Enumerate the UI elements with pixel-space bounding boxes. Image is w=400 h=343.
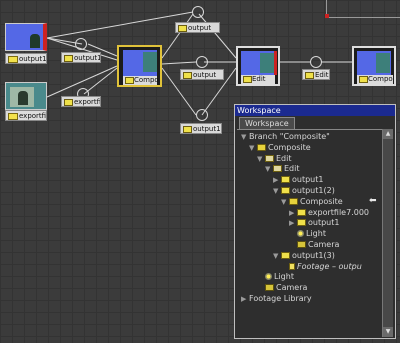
output-socket[interactable] <box>196 109 208 121</box>
tree-item[interactable]: ▶ output1 <box>273 174 323 185</box>
tree-item-label: Edit <box>284 164 300 174</box>
composite-icon <box>359 76 368 83</box>
output-icon <box>64 99 73 106</box>
composite-icon <box>289 197 298 205</box>
tree-item-label: Branch "Composite" <box>249 132 330 141</box>
pointer-arrow-icon: ⬅ <box>369 195 377 206</box>
tree-item[interactable]: ▼ output1(3) <box>273 250 335 261</box>
node-thumbnail: Compo <box>352 46 396 86</box>
scroll-down-icon[interactable]: ▼ <box>383 327 393 337</box>
output-socket[interactable] <box>192 6 204 18</box>
workspace-scrollbar[interactable]: ▲ ▼ <box>382 129 393 337</box>
tree-item[interactable]: ▼ Composite <box>281 196 343 207</box>
output-icon <box>178 25 187 32</box>
node-label: exportfi <box>5 110 47 121</box>
edit-icon <box>265 154 274 162</box>
tree-item[interactable]: ▶ output1 <box>289 217 339 228</box>
output-icon <box>281 187 290 194</box>
workspace-tree[interactable]: ▼ Branch "Composite" ▼ Composite ▼ Edit ▼ Edit ▶… <box>237 129 383 338</box>
tree-item-label: Camera <box>276 283 308 293</box>
node-thumbnail <box>5 82 47 110</box>
expanded-arrow-icon[interactable]: ▼ <box>241 132 249 143</box>
tree-item-label: Light <box>274 272 294 282</box>
output-label: output <box>175 22 220 33</box>
output-icon <box>297 219 306 227</box>
output-icon <box>8 113 18 120</box>
tree-item-label: output1 <box>308 218 340 228</box>
tree-item[interactable]: ▶ Footage Library <box>241 293 312 304</box>
output-icon <box>281 176 290 184</box>
output-icon <box>64 55 73 62</box>
tree-item[interactable]: ▶ exportfile7.000 <box>289 207 369 218</box>
corner-frame <box>325 0 400 18</box>
node-thumbnail: Compo <box>117 45 162 87</box>
output-label: exportfi <box>61 96 101 107</box>
tree-item-label: exportfile7.000 <box>308 207 369 217</box>
node-thumbnail <box>5 23 47 51</box>
output-socket[interactable] <box>310 56 322 68</box>
output-icon <box>297 208 306 216</box>
tree-item[interactable]: Camera <box>289 239 339 250</box>
light-icon <box>297 230 304 238</box>
output-icon <box>8 56 18 63</box>
tree-item[interactable]: ▼ Edit <box>257 153 292 164</box>
tree-item[interactable]: ▼ Composite <box>249 142 311 153</box>
tree-item-label: Composite <box>268 142 311 152</box>
output-label: output1 <box>61 52 101 63</box>
tree-item[interactable]: Camera <box>257 282 307 293</box>
output-socket[interactable] <box>196 56 208 68</box>
expanded-arrow-icon[interactable]: ▼ <box>249 143 257 154</box>
workspace-panel[interactable]: Workspace Workspace ▼ Branch "Composite" ▼… <box>234 104 396 339</box>
node-label: output1 <box>5 53 47 64</box>
tree-item-label: Footage Library <box>249 294 312 303</box>
tree-item-label: output1 <box>292 175 324 185</box>
output-label: output1 <box>180 123 222 134</box>
camera-icon <box>265 284 274 292</box>
tree-item-label: Edit <box>276 153 292 163</box>
composite-icon <box>257 143 266 151</box>
output-icon <box>183 72 192 79</box>
composite-icon <box>125 77 134 84</box>
expanded-arrow-icon[interactable]: ▼ <box>281 197 289 208</box>
tree-item[interactable]: Light <box>289 228 326 239</box>
tree-item[interactable]: Footage – outpu <box>281 261 362 272</box>
tree-item-label: output1(2) <box>292 186 335 195</box>
output-icon <box>183 126 192 133</box>
expanded-arrow-icon[interactable]: ▼ <box>273 251 281 262</box>
node-thumbnail: Edit <box>236 46 280 86</box>
camera-icon <box>297 241 306 248</box>
tree-item-label: Camera <box>308 240 340 249</box>
tree-item-label: Footage – outpu <box>297 261 362 271</box>
tree-item-label: Composite <box>300 196 343 206</box>
workspace-title-bar[interactable]: Workspace <box>235 105 395 116</box>
expanded-arrow-icon[interactable]: ▼ <box>265 164 273 175</box>
output-label: Edit <box>302 69 330 80</box>
output-socket[interactable] <box>75 38 87 50</box>
output-label: output <box>180 69 224 80</box>
collapsed-arrow-icon[interactable]: ▶ <box>241 294 249 305</box>
expanded-arrow-icon[interactable]: ▼ <box>257 154 265 165</box>
scroll-up-icon[interactable]: ▲ <box>383 129 393 139</box>
footage-icon <box>289 262 295 270</box>
tree-item[interactable]: ▼ output1(2) <box>273 185 335 196</box>
edit-icon <box>273 165 282 173</box>
tree-item[interactable]: ▼ Branch "Composite" <box>241 131 330 142</box>
tree-item-label: output1(3) <box>292 250 335 260</box>
tree-item[interactable]: Light <box>257 271 294 282</box>
edit-icon <box>305 72 314 79</box>
edit-icon <box>243 76 252 83</box>
tree-item[interactable]: ▼ Edit <box>265 163 300 174</box>
expanded-arrow-icon[interactable]: ▼ <box>273 186 281 197</box>
light-icon <box>265 273 272 281</box>
tree-item-label: Light <box>306 229 326 239</box>
marker-dot <box>325 14 329 18</box>
output-icon <box>281 251 290 259</box>
